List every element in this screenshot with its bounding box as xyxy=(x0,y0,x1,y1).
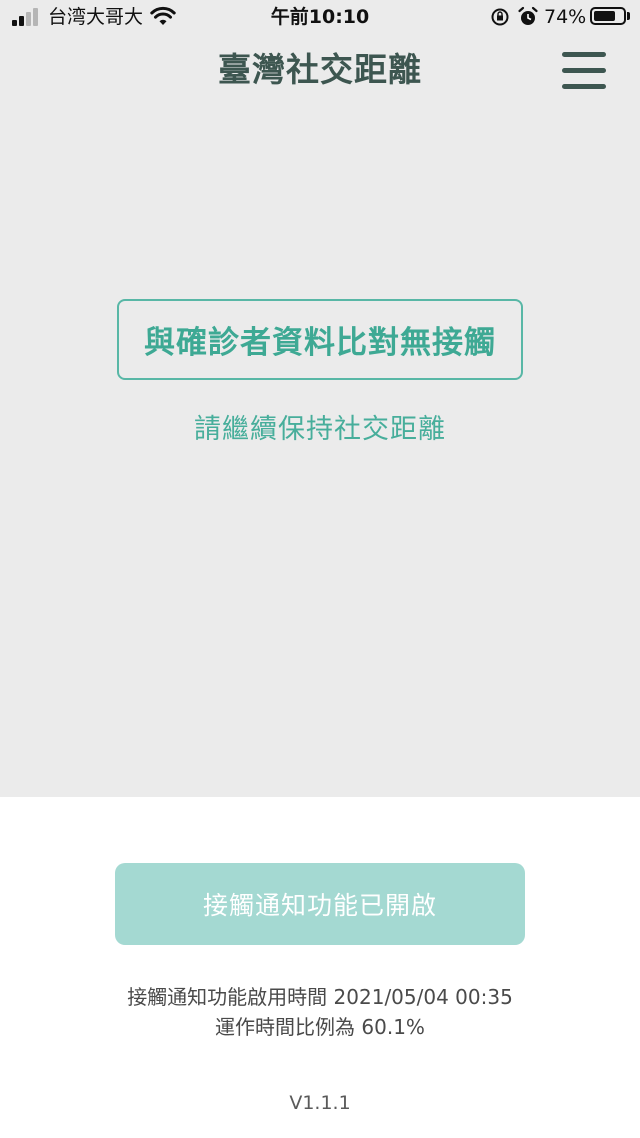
app-title: 臺灣社交距離 xyxy=(218,50,422,89)
exposure-result-card: 與確診者資料比對無接觸 xyxy=(117,299,523,380)
exposure-notification-button[interactable]: 接觸通知功能已開啟 xyxy=(115,863,525,945)
exposure-notification-button-label: 接觸通知功能已開啟 xyxy=(202,891,437,920)
app-version: V1.1.1 xyxy=(289,1092,351,1114)
hamburger-menu-icon[interactable] xyxy=(558,48,610,92)
alarm-icon xyxy=(517,6,539,33)
rotation-lock-icon xyxy=(490,6,510,33)
result-message: 請繼續保持社交距離 xyxy=(194,414,446,445)
battery-icon xyxy=(590,7,626,25)
status-bar: 台湾大哥大 午前10:10 74% xyxy=(0,0,640,36)
operation-time-ratio: 運作時間比例為 60.1% xyxy=(215,1015,425,1039)
top-content-area xyxy=(0,0,640,797)
battery-terminal xyxy=(627,12,630,20)
exposure-result-text: 與確診者資料比對無接觸 xyxy=(144,325,496,361)
notification-enabled-time: 接觸通知功能啟用時間 2021/05/04 00:35 xyxy=(127,985,513,1009)
battery-fill xyxy=(594,11,615,21)
battery-percentage: 74% xyxy=(544,6,587,28)
